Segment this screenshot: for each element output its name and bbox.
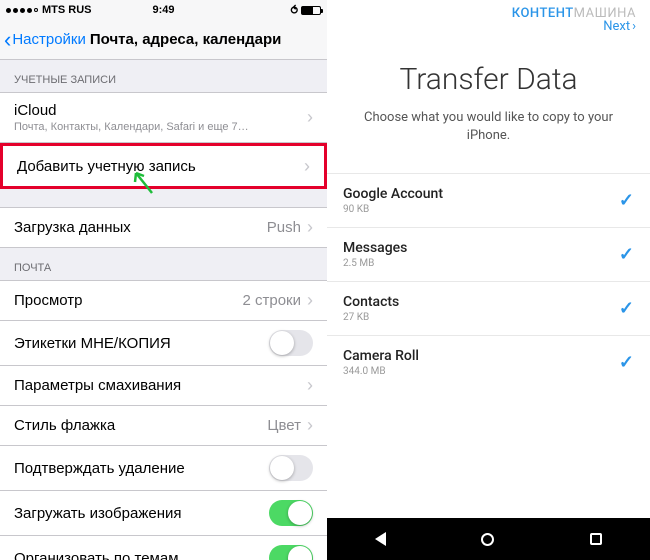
chevron-right-icon: › [307, 290, 313, 311]
page-subtitle: Choose what you would like to copy to yo… [357, 109, 620, 145]
clock-label: 9:49 [152, 4, 174, 16]
option-messages[interactable]: Messages 2.5 MB ✓ [327, 227, 650, 281]
android-transfer-screen: КОНТЕНТМАШИНА Next › Transfer Data Choos… [327, 0, 650, 560]
fetch-label: Загрузка данных [14, 219, 131, 236]
recents-nav-icon[interactable] [590, 533, 602, 545]
option-size: 344.0 MB [343, 366, 419, 377]
preview-label: Просмотр [14, 292, 83, 309]
icloud-title: iCloud [14, 102, 249, 119]
section-header-accounts: УЧЕТНЫЕ ЗАПИСИ [0, 60, 327, 92]
chevron-right-icon: › [307, 107, 313, 128]
organize-toggle[interactable] [269, 545, 313, 560]
confirm-delete-cell[interactable]: Подтверждать удаление [0, 446, 327, 491]
rotation-lock-icon: ⥀ [290, 4, 298, 17]
back-nav-icon[interactable] [375, 532, 386, 546]
settings-content: УЧЕТНЫЕ ЗАПИСИ iCloud Почта, Контакты, К… [0, 60, 327, 560]
option-contacts[interactable]: Contacts 27 KB ✓ [327, 281, 650, 335]
android-nav-bar [327, 518, 650, 560]
load-images-cell[interactable]: Загружать изображения [0, 491, 327, 536]
check-icon: ✓ [619, 190, 634, 211]
chevron-right-icon: › [632, 19, 636, 34]
signal-dots-icon [6, 8, 38, 13]
status-bar: MTS RUS 9:49 ⥀ [0, 0, 327, 20]
fetch-data-cell[interactable]: Загрузка данных Push › [0, 207, 327, 248]
option-size: 90 KB [343, 204, 443, 215]
option-google-account[interactable]: Google Account 90 KB ✓ [327, 173, 650, 227]
option-label: Messages [343, 240, 407, 256]
highlight-annotation: Добавить учетную запись › [0, 143, 327, 189]
icloud-subtitle: Почта, Контакты, Календари, Safari и еще… [14, 121, 249, 133]
top-nav: КОНТЕНТМАШИНА Next › [327, 0, 650, 34]
brand-part1: КОНТЕНТ [512, 6, 574, 21]
section-header-mail: ПОЧТА [0, 248, 327, 280]
battery-icon [301, 6, 321, 15]
carrier-label: MTS RUS [42, 4, 92, 16]
page-title: Transfer Data [327, 62, 650, 97]
option-label: Google Account [343, 186, 443, 202]
flag-value: Цвет [267, 417, 301, 434]
swipe-options-cell[interactable]: Параметры смахивания › [0, 366, 327, 406]
check-icon: ✓ [619, 352, 634, 373]
icloud-cell[interactable]: iCloud Почта, Контакты, Календари, Safar… [0, 92, 327, 143]
home-nav-icon[interactable] [481, 533, 494, 546]
add-account-cell[interactable]: Добавить учетную запись › [3, 146, 324, 186]
chevron-right-icon: › [307, 375, 313, 396]
chevron-right-icon: › [304, 156, 310, 177]
check-icon: ✓ [619, 244, 634, 265]
back-label: Настройки [12, 31, 86, 48]
fetch-value: Push [267, 219, 301, 236]
chevron-left-icon: ‹ [4, 29, 11, 51]
mecopies-toggle[interactable] [269, 330, 313, 356]
flag-label: Стиль флажка [14, 417, 115, 434]
nav-bar: ‹ Настройки Почта, адреса, календари [0, 20, 327, 60]
option-size: 2.5 MB [343, 258, 407, 269]
confirm-delete-label: Подтверждать удаление [14, 460, 185, 477]
load-images-toggle[interactable] [269, 500, 313, 526]
load-images-label: Загружать изображения [14, 505, 181, 522]
flag-style-cell[interactable]: Стиль флажка Цвет › [0, 406, 327, 446]
next-button[interactable]: Next › [341, 19, 636, 34]
preview-value: 2 строки [242, 292, 301, 309]
back-button[interactable]: ‹ Настройки [4, 29, 86, 51]
option-label: Contacts [343, 294, 399, 310]
chevron-right-icon: › [307, 415, 313, 436]
nav-title: Почта, адреса, календари [90, 31, 282, 48]
ios-settings-screen: MTS RUS 9:49 ⥀ ‹ Настройки Почта, адреса… [0, 0, 327, 560]
preview-cell[interactable]: Просмотр 2 строки › [0, 280, 327, 321]
option-size: 27 KB [343, 312, 399, 323]
mecopies-label: Этикетки МНЕ/КОПИЯ [14, 335, 171, 352]
organize-threads-cell[interactable]: Организовать по темам [0, 536, 327, 560]
option-label: Camera Roll [343, 348, 419, 364]
option-camera-roll[interactable]: Camera Roll 344.0 MB ✓ [327, 335, 650, 389]
swipe-label: Параметры смахивания [14, 377, 181, 394]
check-icon: ✓ [619, 298, 634, 319]
add-account-label: Добавить учетную запись [17, 158, 196, 175]
next-label: Next [603, 19, 630, 34]
chevron-right-icon: › [307, 217, 313, 238]
confirm-delete-toggle[interactable] [269, 455, 313, 481]
organize-label: Организовать по темам [14, 550, 179, 560]
mecopies-cell[interactable]: Этикетки МНЕ/КОПИЯ [0, 321, 327, 366]
